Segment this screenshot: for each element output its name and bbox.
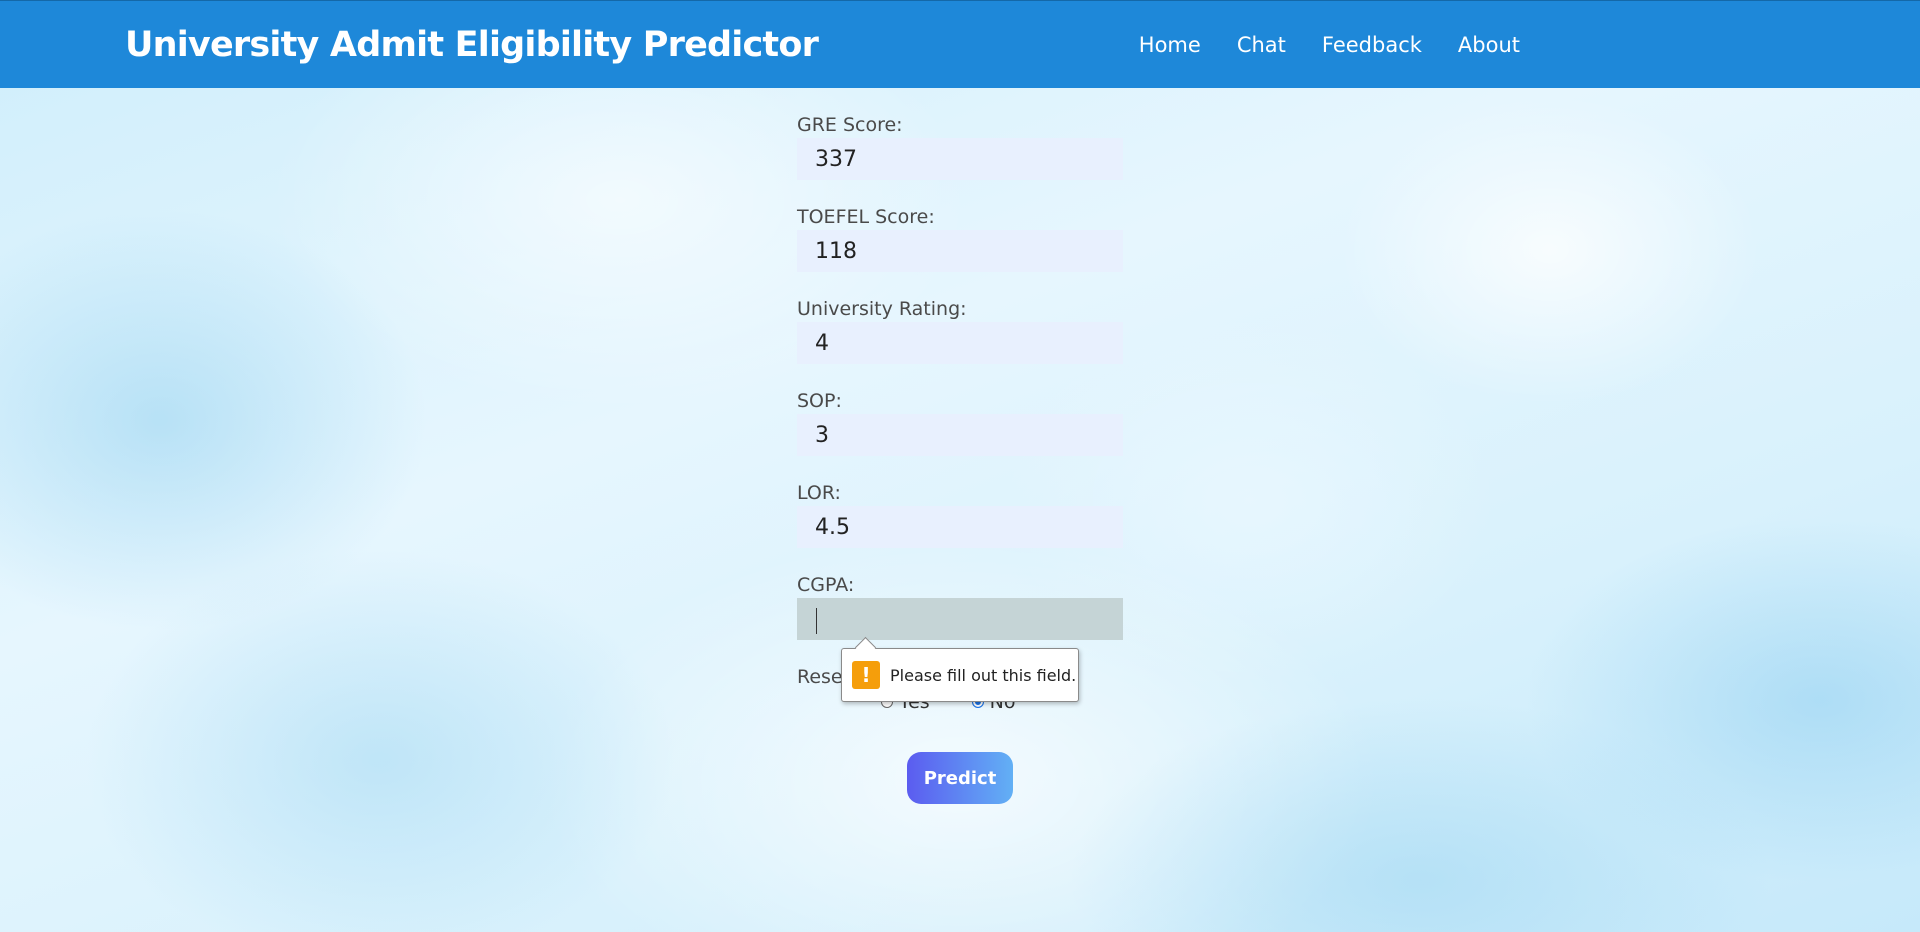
validation-tooltip: ! Please fill out this field. <box>841 636 1079 702</box>
cgpa-label: CGPA: <box>797 574 855 596</box>
nav-link-home[interactable]: Home <box>1139 33 1201 57</box>
lor-field: LOR: <box>797 480 1123 572</box>
prediction-form: GRE Score: TOEFEL Score: University Rati… <box>797 112 1123 713</box>
validation-message: Please fill out this field. <box>890 665 1077 685</box>
toefl-score-input[interactable] <box>797 230 1123 272</box>
nav-links: Home Chat Feedback About <box>1139 1 1520 89</box>
toefl-score-label: TOEFEL Score: <box>797 206 935 228</box>
nav-link-chat[interactable]: Chat <box>1237 33 1286 57</box>
site-title[interactable]: University Admit Eligibility Predictor <box>125 1 819 89</box>
lor-input[interactable] <box>797 506 1123 548</box>
text-caret <box>816 608 817 634</box>
university-rating-input[interactable] <box>797 322 1123 364</box>
nav-link-feedback[interactable]: Feedback <box>1322 33 1422 57</box>
warning-icon: ! <box>852 661 880 689</box>
sop-input[interactable] <box>797 414 1123 456</box>
navbar: University Admit Eligibility Predictor H… <box>0 0 1920 88</box>
gre-score-input[interactable] <box>797 138 1123 180</box>
gre-score-label: GRE Score: <box>797 114 903 136</box>
nav-link-about[interactable]: About <box>1458 33 1520 57</box>
sop-label: SOP: <box>797 390 842 412</box>
sop-field: SOP: <box>797 388 1123 480</box>
gre-score-field: GRE Score: <box>797 112 1123 204</box>
toefl-score-field: TOEFEL Score: <box>797 204 1123 296</box>
cgpa-input[interactable] <box>797 598 1123 640</box>
university-rating-label: University Rating: <box>797 298 967 320</box>
university-rating-field: University Rating: <box>797 296 1123 388</box>
research-label: Rese <box>797 666 843 688</box>
predict-button[interactable]: Predict <box>907 752 1013 804</box>
lor-label: LOR: <box>797 482 841 504</box>
